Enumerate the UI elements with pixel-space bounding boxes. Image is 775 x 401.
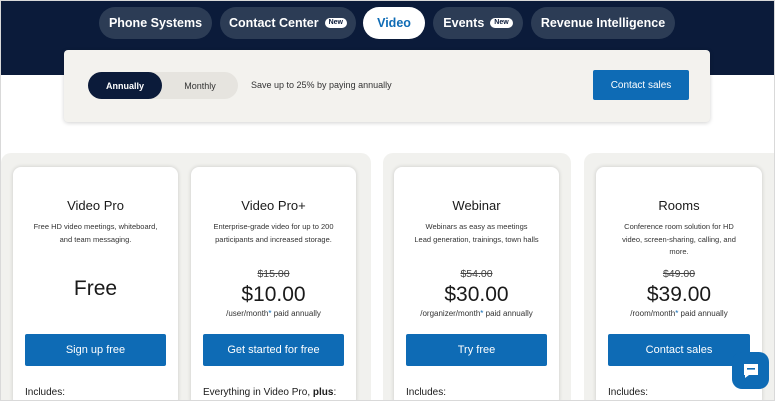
includes-suffix: :	[333, 387, 337, 398]
new-badge: New	[490, 18, 513, 28]
tab-phone-systems[interactable]: Phone Systems	[99, 7, 212, 39]
tab-revenue-intelligence[interactable]: Revenue Intelligence	[531, 7, 675, 39]
tab-events[interactable]: Events New	[433, 7, 523, 39]
plan-card-video-pro-plus: Video Pro+ Enterprise-grade video for up…	[191, 167, 356, 400]
monthly-option[interactable]: Monthly	[162, 72, 238, 99]
billing-panel: Annually Monthly Save up to 25% by payin…	[64, 50, 710, 122]
original-price: $54.00	[460, 268, 493, 280]
tab-label: Revenue Intelligence	[540, 16, 666, 30]
includes-bold: plus	[312, 387, 334, 398]
price-unit: /user/month* paid annually	[191, 309, 356, 318]
tab-label: Events	[443, 16, 485, 30]
plan-price: Free	[73, 277, 118, 300]
chat-bubble-icon	[743, 363, 758, 378]
chat-button[interactable]	[732, 352, 769, 389]
plan-description: Free HD video meetings, whiteboard, and …	[33, 222, 158, 244]
plan-price: $10.00	[241, 283, 306, 306]
plan-price: $39.00	[646, 283, 712, 306]
includes-prefix: Everything in Video Pro,	[203, 387, 313, 398]
new-badge: New	[324, 18, 347, 28]
plan-name: Video Pro+	[241, 198, 306, 213]
billing-note: paid annually	[678, 309, 728, 318]
plan-name: Rooms	[658, 198, 700, 213]
plan-card-video-pro: Video Pro Free HD video meetings, whiteb…	[13, 167, 178, 400]
savings-note: Save up to 25% by paying annually	[251, 80, 392, 90]
unit-text: /room/month	[630, 309, 676, 318]
unit-text: /organizer/month	[420, 309, 481, 318]
plan-price: $30.00	[444, 283, 509, 306]
original-price: $49.00	[662, 268, 696, 280]
description-line: Webinars as easy as meetings	[425, 222, 528, 231]
try-free-button[interactable]: Try free	[406, 334, 547, 366]
sign-up-free-button[interactable]: Sign up free	[25, 334, 166, 366]
includes-label: Includes:	[608, 387, 649, 398]
original-price: $15.00	[257, 268, 290, 280]
description-line: Lead generation, trainings, town halls	[414, 234, 539, 244]
product-tabs: Phone Systems Contact Center New Video E…	[1, 7, 774, 39]
pricing-page: Phone Systems Contact Center New Video E…	[0, 0, 775, 401]
billing-period-toggle: Annually Monthly	[88, 72, 238, 99]
tab-label: Phone Systems	[108, 16, 203, 30]
plan-description: Webinars as easy as meetings Lead genera…	[404, 221, 549, 246]
plan-description: Enterprise-grade video for up to 200 par…	[213, 222, 334, 244]
price-unit: /room/month* paid annually	[596, 309, 762, 318]
includes-label: Includes:	[25, 387, 66, 398]
includes-label: Everything in Video Pro, plus:	[203, 387, 336, 398]
billing-note: paid annually	[483, 309, 533, 318]
plan-card-webinar: Webinar Webinars as easy as meetings Lea…	[394, 167, 559, 400]
annually-option[interactable]: Annually	[88, 72, 162, 99]
tab-video[interactable]: Video	[363, 7, 425, 39]
tab-label: Video	[377, 16, 411, 30]
unit-text: /user/month	[226, 309, 269, 318]
plan-name: Video Pro	[67, 198, 124, 213]
plan-name: Webinar	[452, 198, 501, 213]
contact-sales-button[interactable]: Contact sales	[593, 70, 689, 100]
includes-label: Includes:	[406, 387, 447, 398]
get-started-free-button[interactable]: Get started for free	[203, 334, 344, 366]
contact-sales-button[interactable]: Contact sales	[608, 334, 750, 366]
tab-contact-center[interactable]: Contact Center New	[220, 7, 356, 39]
plan-description: Conference room solution for HD video, s…	[622, 222, 736, 256]
tab-label: Contact Center	[229, 16, 319, 30]
billing-note: paid annually	[271, 309, 321, 318]
price-unit: /organizer/month* paid annually	[394, 309, 559, 318]
